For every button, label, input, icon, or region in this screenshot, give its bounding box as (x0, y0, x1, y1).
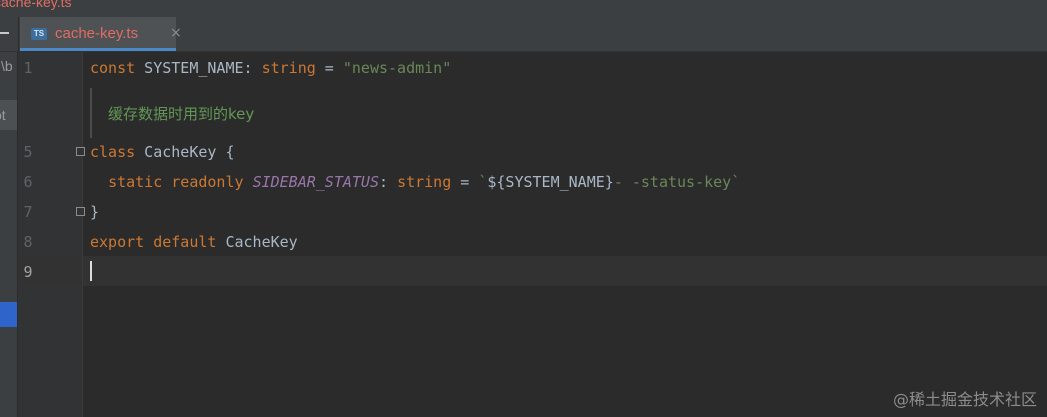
line-number: 5 (23, 143, 33, 161)
keyword-export: export (90, 233, 145, 251)
rendered-doc-comment[interactable]: 缓存数据时用到的key (90, 88, 1047, 138)
line-number-current: 9 (23, 263, 33, 281)
keyword-readonly: readonly (171, 173, 244, 191)
code-line-1[interactable]: const SYSTEM_NAME: string = "news-admin" (90, 53, 451, 83)
code-line-7[interactable]: } (90, 197, 99, 227)
closing-brace: } (90, 203, 100, 221)
doc-comment-bar (90, 88, 92, 138)
project-path-fragment: \b (1, 58, 13, 74)
tab-bar-divider (18, 17, 19, 51)
punctuation: : (379, 173, 398, 191)
type-string: string (261, 59, 316, 77)
tab-label: cache-key.ts (55, 25, 139, 42)
window-title-bar: cache-key.ts (0, 0, 1047, 17)
window-title: cache-key.ts (0, 0, 72, 10)
template-interpolation: ${SYSTEM_NAME} (487, 173, 614, 191)
field-name: SIDEBAR_STATUS (252, 173, 379, 191)
typescript-file-icon: TS (31, 28, 47, 40)
watermark: @稀土掘金技术社区 (892, 390, 1037, 409)
project-selected-item[interactable] (0, 302, 17, 327)
line-number: 6 (23, 173, 33, 191)
identifier: SYSTEM_NAME (135, 59, 244, 77)
template-string: - -status-key` (613, 173, 741, 191)
tab-cache-key[interactable]: TS cache-key.ts × (20, 17, 182, 51)
doc-comment-text: 缓存数据时用到的key (108, 105, 255, 123)
code-line-6[interactable]: static readonly SIDEBAR_STATUS: string =… (90, 167, 740, 197)
line-number: 1 (23, 59, 33, 77)
operator: = (315, 59, 343, 77)
minimize-icon[interactable] (0, 32, 9, 34)
class-name: CacheKey { (135, 143, 235, 161)
project-item-label: ot (0, 107, 6, 123)
identifier: CacheKey (216, 233, 298, 251)
punctuation: : (243, 59, 262, 77)
keyword-static: static (108, 173, 163, 191)
line-number: 8 (23, 233, 33, 251)
editor-tab-bar: TS cache-key.ts × (0, 17, 1047, 52)
keyword-class: class (90, 143, 136, 161)
type-string: string (397, 173, 452, 191)
code-line-8[interactable]: export default CacheKey (90, 227, 298, 257)
text-caret (90, 261, 92, 281)
keyword-default: default (153, 233, 217, 251)
string-literal: "news-admin" (342, 59, 452, 77)
code-line-5[interactable]: class CacheKey { (90, 137, 235, 167)
project-panel-sliver[interactable]: \b ot (0, 52, 18, 417)
line-number: 7 (23, 203, 33, 221)
keyword-const: const (90, 59, 136, 77)
operator: = (451, 173, 479, 191)
close-icon[interactable]: × (170, 25, 182, 41)
